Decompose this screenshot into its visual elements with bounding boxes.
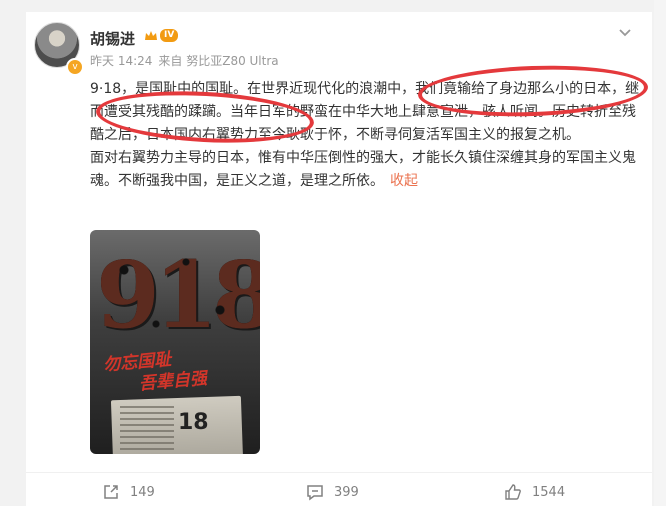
post-meta: 昨天 14:24 来自 努比亚Z80 Ultra <box>90 52 279 69</box>
crown-icon <box>145 30 157 40</box>
chevron-down-icon[interactable] <box>618 28 632 38</box>
post-time[interactable]: 昨天 14:24 <box>90 52 152 69</box>
like-button[interactable]: 1544 <box>504 483 565 501</box>
post-card: v 胡锡进 IV 昨天 14:24 来自 努比亚Z80 Ultra 9·18，是… <box>26 12 652 506</box>
verified-badge-icon: v <box>66 58 84 76</box>
poster-slogan: 勿忘国耻 吾辈自强 <box>102 342 255 399</box>
comment-count: 399 <box>334 484 359 500</box>
collapse-link[interactable]: 收起 <box>390 173 418 189</box>
post-paragraph: 面对右翼势力主导的日本，惟有中华压倒性的强大，才能长久镇住深缠其身的军国主义鬼魂… <box>90 147 640 193</box>
bullet-holes <box>96 240 254 350</box>
share-icon <box>104 485 118 499</box>
post-image[interactable]: 918 勿忘国耻 吾辈自强 18 <box>90 230 260 454</box>
like-count: 1544 <box>532 484 566 500</box>
page-scrollbar-area[interactable] <box>654 0 666 506</box>
share-count: 149 <box>130 484 155 500</box>
share-button[interactable]: 149 <box>102 483 155 501</box>
author-name[interactable]: 胡锡进 <box>90 28 135 49</box>
vip-badge[interactable]: IV <box>144 29 179 42</box>
post-source: 来自 努比亚Z80 Ultra <box>158 54 279 68</box>
action-bar: 149 399 1544 <box>26 472 652 503</box>
poster-calendar-date: 18 <box>178 410 209 435</box>
post-paragraph-text: 面对右翼势力主导的日本，惟有中华压倒性的强大，才能长久镇住深缠其身的军国主义鬼魂… <box>90 150 636 189</box>
poster-calendar-text <box>120 406 174 454</box>
vip-level: IV <box>160 29 179 42</box>
thumbs-up-icon <box>505 484 521 500</box>
comment-icon <box>307 485 323 501</box>
comment-button[interactable]: 399 <box>306 483 359 501</box>
